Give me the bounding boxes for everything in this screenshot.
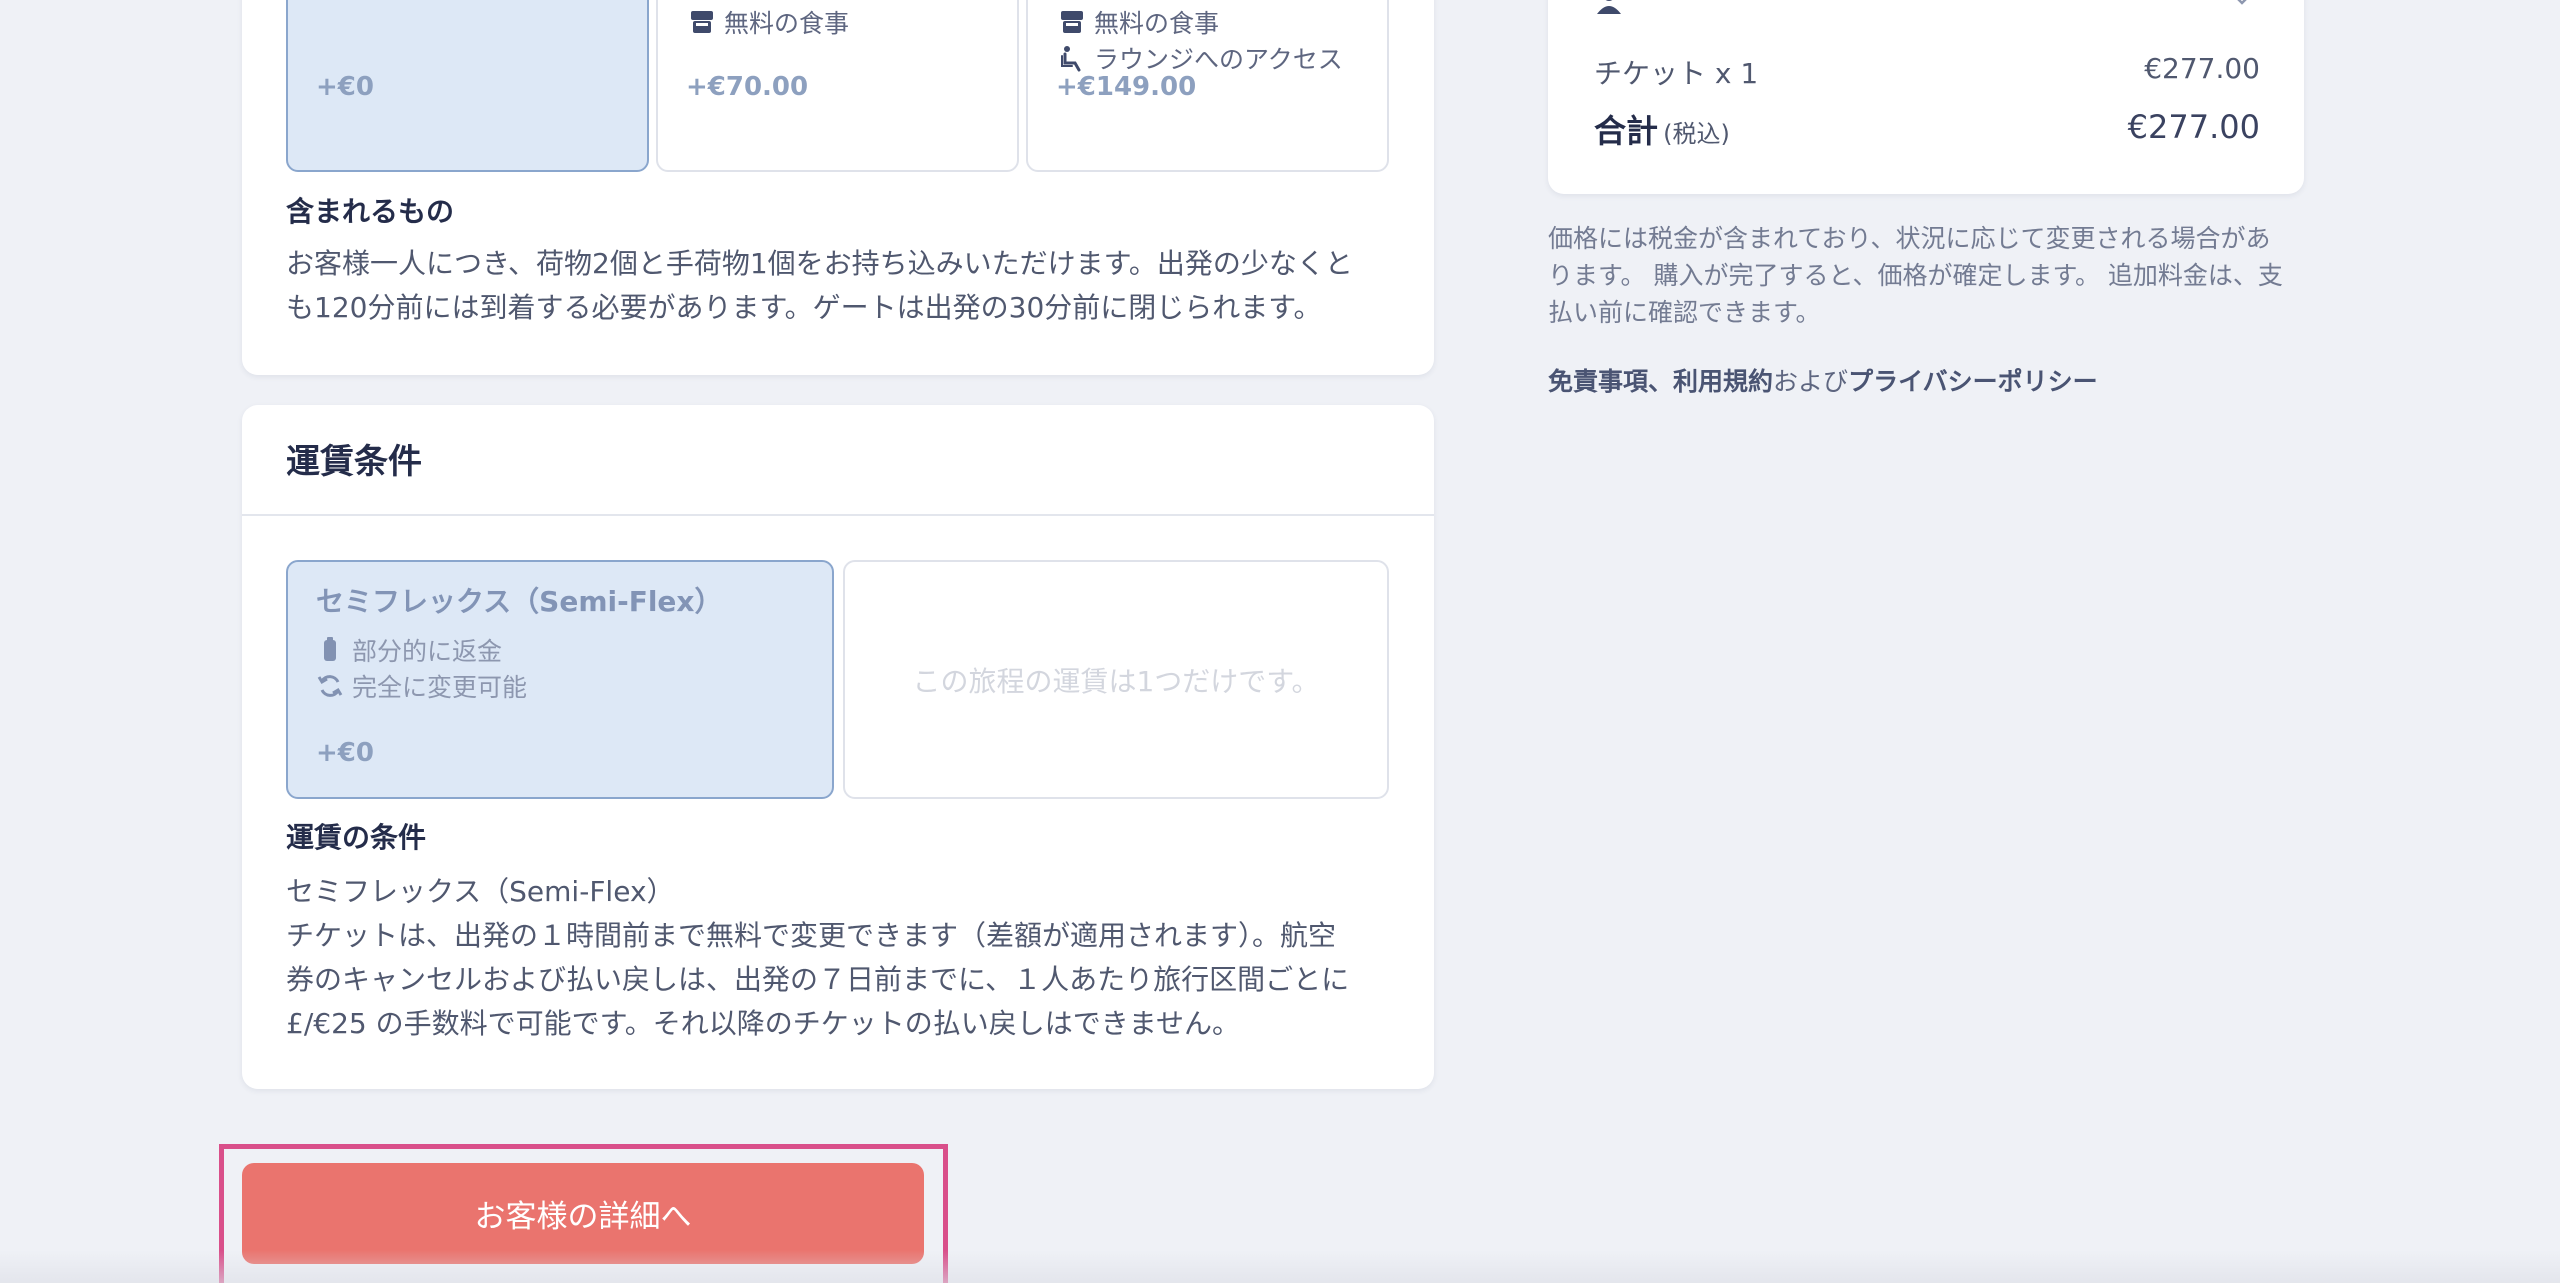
feature-refund: 部分的に返金 bbox=[316, 632, 502, 668]
total-price: €277.00 bbox=[2127, 108, 2260, 146]
conditions-line: チケットは、出発の１時間前まで無料で変更できます（差額が適用されます）。航空 bbox=[286, 919, 1337, 952]
price-note-line: 価格には税金が含まれており、状況に応じて変更される場合があ bbox=[1548, 224, 2271, 253]
meal-icon bbox=[691, 11, 713, 33]
feature-label: 無料の食事 bbox=[1094, 9, 1220, 38]
meal-icon bbox=[1061, 11, 1083, 33]
price-note: 価格には税金が含まれており、状況に応じて変更される場合があ ります。 購入が完了… bbox=[1548, 220, 2283, 331]
fare-conditions-title: 運賃条件 bbox=[286, 442, 422, 482]
legal-separator: 、 bbox=[1648, 367, 1674, 396]
total-label: 合計 bbox=[1594, 112, 1659, 150]
fare-option-price: +€0 bbox=[316, 738, 374, 768]
total-row: 合計 (税込) bbox=[1594, 106, 1730, 152]
conditions-line: セミフレックス（Semi-Flex） bbox=[286, 875, 675, 908]
included-line: も120分前には到着する必要があります。ゲートは出発の30分前に閉じられます。 bbox=[286, 291, 1322, 324]
feature-meal: 無料の食事 bbox=[688, 4, 849, 40]
feature-meal: 無料の食事 bbox=[1058, 4, 1219, 40]
terms-link[interactable]: 利用規約 bbox=[1673, 367, 1773, 396]
price-summary-card bbox=[1548, 0, 2304, 194]
included-heading: 含まれるもの bbox=[286, 195, 455, 228]
feature-label: 無料の食事 bbox=[724, 9, 850, 38]
chevron-down-icon[interactable] bbox=[2230, 0, 2254, 12]
legal-links: 免責事項、利用規約およびプライバシーポリシー bbox=[1548, 362, 2098, 398]
single-fare-note: この旅程の運賃は1つだけです。 bbox=[912, 664, 1320, 698]
feature-lounge: ラウンジへのアクセス bbox=[1058, 40, 1343, 76]
feature-label: 部分的に返金 bbox=[352, 637, 503, 666]
conditions-line: £/€25 の手数料で可能です。それ以降のチケットの払い戻しはできません。 bbox=[286, 1007, 1240, 1040]
lounge-seat-icon bbox=[1061, 46, 1081, 72]
disclaimer-link[interactable]: 免責事項 bbox=[1548, 367, 1648, 396]
single-fare-placeholder: この旅程の運賃は1つだけです。 bbox=[843, 560, 1389, 799]
card-divider bbox=[242, 514, 1434, 516]
conditions-line: 券のキャンセルおよび払い戻しは、出発の７日前までに、１人あたり旅行区間ごとに bbox=[286, 963, 1350, 996]
legal-and: および bbox=[1773, 367, 1849, 396]
fare-option-semi-flex[interactable]: セミフレックス（Semi-Flex） 部分的に返金 完全に変更可能 +€0 bbox=[286, 560, 834, 799]
service-option-price: +€70.00 bbox=[686, 72, 809, 102]
fare-option-name: セミフレックス（Semi-Flex） bbox=[316, 585, 723, 618]
conditions-description: セミフレックス（Semi-Flex） チケットは、出発の１時間前まで無料で変更で… bbox=[286, 870, 1349, 1046]
feature-change: 完全に変更可能 bbox=[316, 668, 527, 704]
feature-label: 完全に変更可能 bbox=[352, 673, 528, 702]
service-option-basic[interactable]: +€0 bbox=[286, 0, 649, 172]
price-note-line: 払い前に確認できます。 bbox=[1548, 298, 1821, 327]
conditions-heading: 運賃の条件 bbox=[286, 821, 427, 854]
refund-icon bbox=[324, 637, 336, 661]
service-option-meal[interactable]: 無料の食事 +€70.00 bbox=[656, 0, 1019, 172]
service-option-premium[interactable]: 無料の食事 ラウンジへのアクセス +€149.00 bbox=[1026, 0, 1389, 172]
passenger-icon bbox=[1597, 0, 1621, 14]
price-note-line: ります。 購入が完了すると、価格が確定します。 追加料金は、支 bbox=[1548, 261, 2283, 290]
service-option-price: +€0 bbox=[316, 72, 374, 102]
ticket-price: €277.00 bbox=[2144, 52, 2260, 85]
ticket-label: チケット x 1 bbox=[1594, 57, 1759, 90]
feature-label: ラウンジへのアクセス bbox=[1094, 45, 1343, 74]
included-line: お客様一人につき、荷物2個と手荷物1個をお持ち込みいただけます。出発の少なくと bbox=[286, 247, 1353, 280]
change-icon bbox=[317, 675, 343, 697]
included-description: お客様一人につき、荷物2個と手荷物1個をお持ち込みいただけます。出発の少なくと … bbox=[286, 242, 1353, 330]
continue-to-passenger-details-button[interactable]: お客様の詳細へ bbox=[242, 1163, 924, 1264]
privacy-policy-link[interactable]: プライバシーポリシー bbox=[1848, 367, 2098, 396]
service-option-price: +€149.00 bbox=[1056, 72, 1197, 102]
total-tax-note: (税込) bbox=[1663, 120, 1730, 148]
